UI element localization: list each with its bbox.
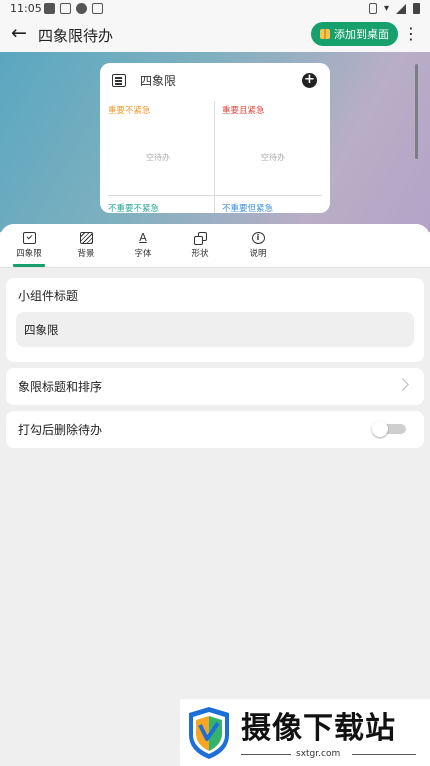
list-icon	[112, 74, 126, 87]
watermark-url: sxtgr.com	[296, 749, 341, 759]
vibrate-icon	[368, 3, 377, 14]
widget-preview-card: 四象限 + 重要不紧急 重要且紧急 空待办 空待办 不重要不紧急 不重要但紧急	[100, 63, 330, 213]
back-arrow-icon[interactable]: ←	[8, 22, 30, 46]
battery-icon	[413, 3, 420, 14]
app-notification-icon	[44, 3, 55, 14]
add-to-desktop-label: 添加到桌面	[334, 28, 389, 41]
more-options-icon[interactable]: ⋮	[403, 22, 419, 46]
watermark-divider-left	[241, 754, 291, 755]
add-to-desktop-button[interactable]: 添加到桌面	[311, 22, 398, 46]
widget-title-input[interactable]	[16, 312, 414, 347]
quadrant-not-important-urgent: 不重要但紧急	[222, 204, 274, 213]
tab-info[interactable]: i 说明	[236, 232, 280, 268]
delete-after-check-label: 打勾后删除待办	[18, 423, 103, 437]
widget-title: 四象限	[140, 74, 177, 88]
page-title: 四象限待办	[38, 27, 114, 45]
gift-icon	[320, 29, 330, 39]
info-icon: i	[251, 232, 265, 244]
notification-icons	[44, 3, 103, 14]
add-todo-icon[interactable]: +	[302, 73, 317, 88]
watermark-divider-right	[352, 754, 416, 755]
calendar-check-icon	[22, 232, 36, 244]
empty-todo-right: 空待办	[261, 153, 285, 162]
tab-background[interactable]: 背景	[64, 232, 108, 268]
active-tab-indicator	[13, 264, 45, 267]
quadrant-divider-vertical	[214, 101, 215, 213]
tab-label: 形状	[191, 249, 209, 259]
shape-icon	[193, 232, 207, 245]
empty-todo-left: 空待办	[146, 153, 170, 162]
quadrant-important-not-urgent: 重要不紧急	[108, 106, 151, 116]
widget-title-label: 小组件标题	[18, 289, 79, 303]
status-bar: 11:05 ▾	[0, 0, 430, 18]
signal-icon	[396, 3, 406, 14]
watermark: 摄像下载站 sxtgr.com	[180, 699, 430, 766]
toggle-knob	[372, 421, 388, 437]
quadrant-divider-horizontal	[108, 195, 322, 196]
tab-label: 背景	[77, 249, 95, 259]
quadrant-sort-row[interactable]: 象限标题和排序	[6, 368, 424, 405]
system-icons: ▾	[368, 3, 420, 14]
widget-preview-area: 四象限 + 重要不紧急 重要且紧急 空待办 空待办 不重要不紧急 不重要但紧急	[0, 52, 430, 232]
android-notification-icon	[60, 3, 71, 14]
tab-label: 四象限	[16, 249, 42, 259]
status-time: 11:05	[10, 2, 42, 15]
pause-notification-icon	[76, 3, 87, 14]
quadrant-not-important-not-urgent: 不重要不紧急	[108, 204, 160, 213]
quadrant-important-urgent: 重要且紧急	[222, 106, 265, 116]
watermark-logo	[189, 707, 229, 759]
tab-font[interactable]: A 字体	[121, 232, 165, 268]
wifi-icon: ▾	[383, 3, 389, 14]
background-icon	[79, 232, 93, 244]
tab-shape[interactable]: 形状	[178, 232, 222, 268]
tab-quadrant[interactable]: 四象限	[7, 232, 51, 268]
font-icon: A	[139, 231, 147, 244]
bug-notification-icon	[92, 3, 103, 14]
settings-tab-bar: 四象限 背景 A 字体 形状 i 说明	[0, 224, 430, 268]
tab-label: 字体	[134, 249, 152, 259]
quadrant-sort-label: 象限标题和排序	[18, 380, 103, 394]
widget-title-card: 小组件标题	[6, 278, 424, 362]
delete-after-check-toggle[interactable]	[372, 421, 406, 437]
tab-label: 说明	[249, 249, 267, 259]
app-header: ← 四象限待办 添加到桌面 ⋮	[0, 18, 430, 52]
preview-scrollbar[interactable]	[415, 64, 418, 159]
watermark-title: 摄像下载站	[241, 711, 396, 746]
settings-sheet: 四象限 背景 A 字体 形状 i 说明 小组件标题 象限标题和排序 打勾后删除待…	[0, 224, 430, 766]
chevron-right-icon	[396, 378, 409, 391]
delete-after-check-row: 打勾后删除待办	[6, 411, 424, 448]
